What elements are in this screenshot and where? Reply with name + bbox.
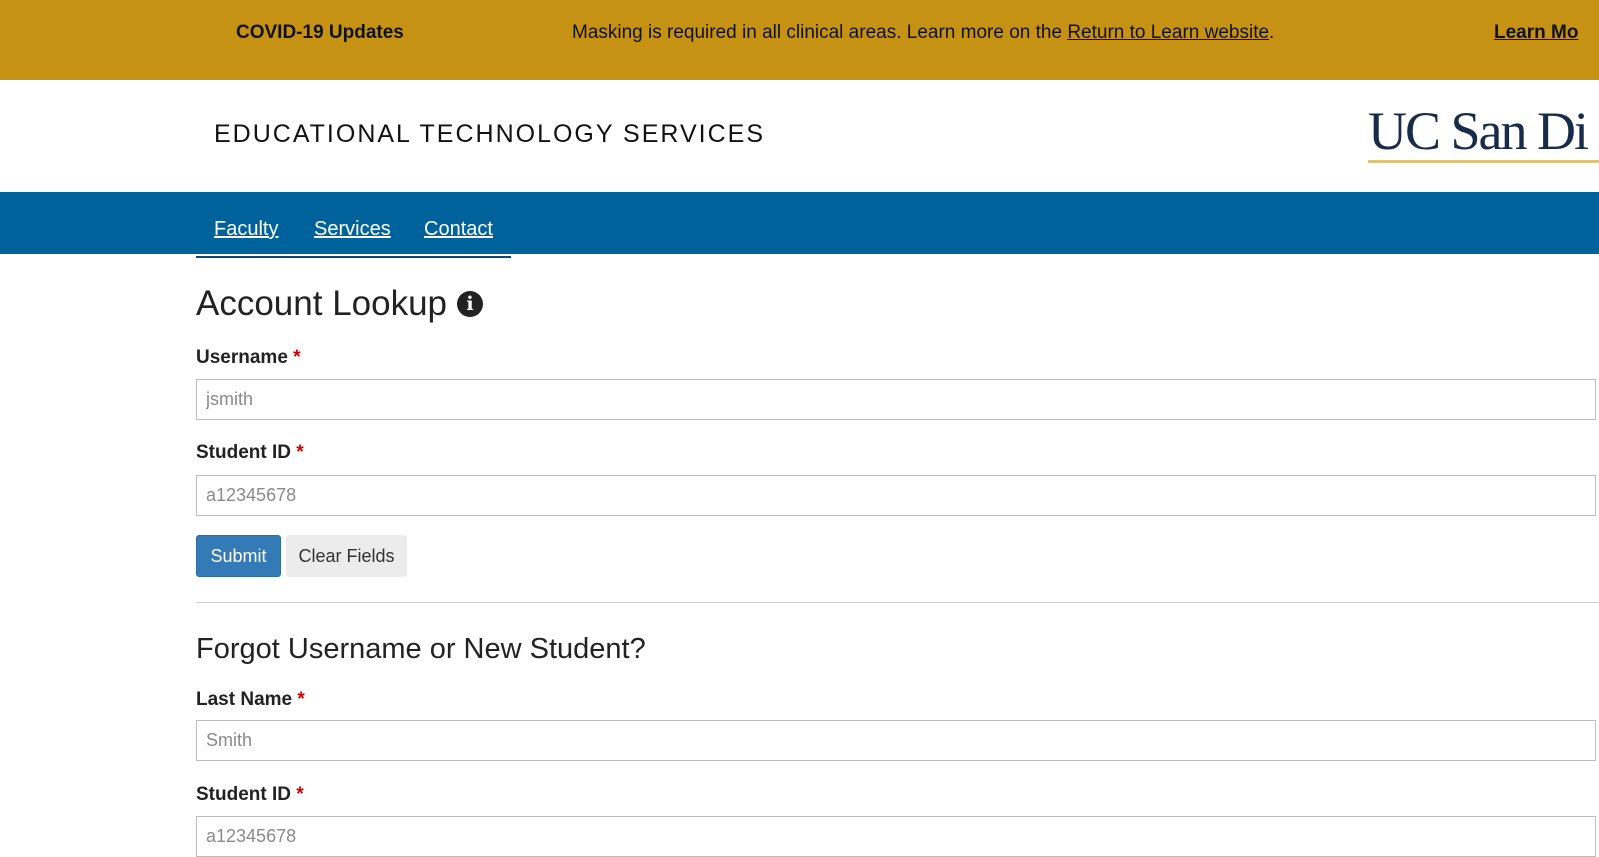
return-to-learn-link[interactable]: Return to Learn website [1067,22,1269,43]
site-title[interactable]: EDUCATIONAL TECHNOLOGY SERVICES [214,120,765,149]
alert-message: Masking is required in all clinical area… [572,22,1274,44]
submit-button[interactable]: Submit [196,535,281,577]
required-asterisk: * [296,442,304,463]
alert-title: COVID-19 Updates [236,22,404,43]
alert-message-text: Masking is required in all clinical area… [572,22,1068,43]
username-label-text: Username [196,347,288,368]
student-id-label: Student ID * [196,442,304,464]
required-asterisk: * [296,784,304,805]
clear-fields-button[interactable]: Clear Fields [286,535,407,577]
nav-menu: Faculty Services Contact [196,192,511,258]
brand-header: EDUCATIONAL TECHNOLOGY SERVICES UC San D… [0,80,1599,192]
last-name-label-text: Last Name [196,689,293,710]
section-divider [196,602,1599,603]
info-circle-icon[interactable]: i [457,291,484,317]
alert-message-period: . [1269,22,1275,43]
nav-item-faculty[interactable]: Faculty [214,218,278,241]
nav-item-contact[interactable]: Contact [424,218,493,241]
username-label: Username * [196,347,301,369]
last-name-input[interactable] [196,720,1596,761]
covid-alert-bar: COVID-19 Updates Masking is required in … [0,0,1599,80]
forgot-student-id-label: Student ID * [196,784,304,806]
page-title: Account Lookup i [196,284,484,324]
learn-more-link[interactable]: Learn Mo [1494,22,1578,44]
required-asterisk: * [297,689,305,710]
forgot-student-id-label-text: Student ID [196,784,291,805]
last-name-label: Last Name * [196,689,305,711]
required-asterisk: * [293,347,301,368]
student-id-label-text: Student ID [196,442,291,463]
nav-item-services[interactable]: Services [314,218,391,241]
student-id-input[interactable] [196,475,1596,516]
uc-san-diego-logo[interactable]: UC San Di [1368,102,1599,163]
forgot-username-title: Forgot Username or New Student? [196,633,646,665]
username-input[interactable] [196,379,1596,420]
main-nav: Faculty Services Contact [0,192,1599,258]
page-title-text: Account Lookup [196,284,448,323]
